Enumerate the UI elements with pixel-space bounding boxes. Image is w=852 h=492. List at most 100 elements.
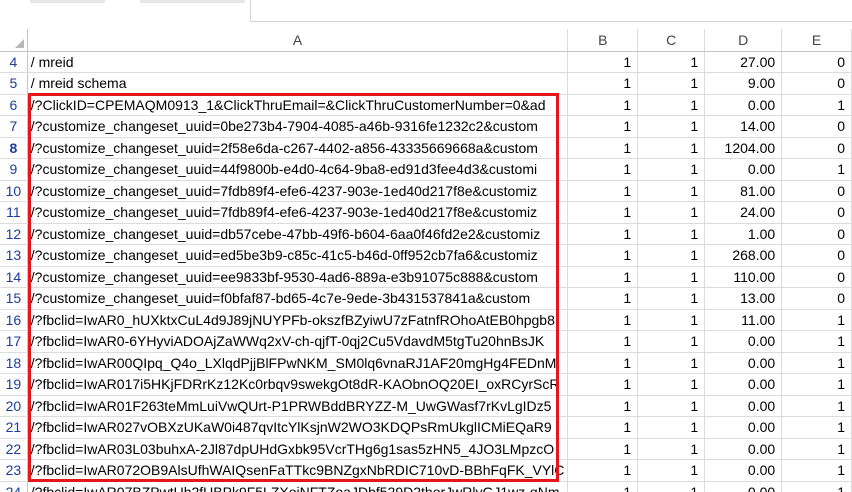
- cell-c[interactable]: 1: [637, 158, 706, 181]
- cell-c[interactable]: 1: [637, 373, 706, 396]
- row-header[interactable]: 18: [0, 352, 28, 374]
- cell-d[interactable]: 0.00: [704, 416, 783, 439]
- cell-d[interactable]: 268.00: [704, 244, 783, 267]
- row-header[interactable]: 23: [0, 459, 28, 482]
- row-header[interactable]: 16: [0, 309, 28, 331]
- cell-c[interactable]: 1: [637, 395, 706, 417]
- row-header[interactable]: 6: [0, 94, 28, 116]
- cell-b[interactable]: 1: [567, 352, 639, 374]
- row-header[interactable]: 20: [0, 395, 28, 417]
- cell-e[interactable]: 1: [781, 481, 852, 492]
- cell-c[interactable]: 1: [637, 330, 706, 353]
- cell-a[interactable]: /?ClickID=CPEMAQM0913_1&ClickThruEmail=&…: [27, 94, 569, 116]
- cell-d[interactable]: 0.00: [704, 373, 783, 396]
- cell-e[interactable]: 0: [781, 180, 852, 202]
- cell-b[interactable]: 1: [567, 180, 639, 202]
- cell-c[interactable]: 1: [637, 481, 706, 492]
- cell-b[interactable]: 1: [567, 330, 639, 353]
- cell-a[interactable]: /?customize_changeset_uuid=7fdb89f4-efe6…: [27, 201, 569, 224]
- cell-d[interactable]: 110.00: [704, 266, 783, 288]
- cell-c[interactable]: 1: [637, 94, 706, 116]
- cell-a[interactable]: /?fbclid=IwAR017i5HKjFDRrKz12Kc0rbqv9swe…: [27, 373, 569, 396]
- cell-a[interactable]: /?fbclid=IwAR027vOBXzUKaW0i487qvItcYlKsj…: [27, 416, 569, 439]
- cell-b[interactable]: 1: [567, 94, 639, 116]
- cell-c[interactable]: 1: [637, 416, 706, 439]
- row-header[interactable]: 4: [0, 51, 28, 73]
- cell-b[interactable]: 1: [567, 438, 639, 460]
- column-header-a[interactable]: A: [27, 29, 569, 52]
- row-header[interactable]: 5: [0, 72, 28, 95]
- cell-e[interactable]: 1: [781, 459, 852, 482]
- cell-c[interactable]: 1: [637, 72, 706, 95]
- cell-a[interactable]: /?customize_changeset_uuid=ed5be3b9-c85c…: [27, 244, 569, 267]
- sheet-tab[interactable]: [140, 0, 245, 3]
- column-header-d[interactable]: D: [704, 29, 783, 52]
- row-header[interactable]: 14: [0, 266, 28, 288]
- cell-d[interactable]: 0.00: [704, 158, 783, 181]
- row-header[interactable]: 9: [0, 158, 28, 181]
- cell-a[interactable]: /?fbclid=IwAR00QIpq_Q4o_LXlqdPjjBlFPwNKM…: [27, 352, 569, 374]
- cell-e[interactable]: 0: [781, 51, 852, 73]
- cell-d[interactable]: 81.00: [704, 180, 783, 202]
- cell-d[interactable]: 14.00: [704, 115, 783, 138]
- cell-b[interactable]: 1: [567, 395, 639, 417]
- cell-c[interactable]: 1: [637, 137, 706, 159]
- cell-d[interactable]: 0.00: [704, 330, 783, 353]
- cell-d[interactable]: 24.00: [704, 201, 783, 224]
- cell-d[interactable]: 1204.00: [704, 137, 783, 159]
- cell-e[interactable]: 0: [781, 287, 852, 310]
- cell-a[interactable]: /?fbclid=IwAR0-6YHyviADOAjZaWWq2xV-ch-qj…: [27, 330, 569, 353]
- row-header[interactable]: 24: [0, 481, 28, 492]
- cell-a[interactable]: /?customize_changeset_uuid=2f58e6da-c267…: [27, 137, 569, 159]
- cell-a[interactable]: /?fbclid=IwAR0_hUXktxCuL4d9J89jNUYPFb-ok…: [27, 309, 569, 331]
- cell-e[interactable]: 1: [781, 395, 852, 417]
- cell-c[interactable]: 1: [637, 352, 706, 374]
- row-header[interactable]: 22: [0, 438, 28, 460]
- cell-c[interactable]: 1: [637, 180, 706, 202]
- column-header-b[interactable]: B: [567, 29, 639, 52]
- cell-c[interactable]: 1: [637, 287, 706, 310]
- cell-a[interactable]: /?customize_changeset_uuid=f0bfaf87-bd65…: [27, 287, 569, 310]
- row-header[interactable]: 21: [0, 416, 28, 439]
- cell-a[interactable]: / mreid: [27, 51, 569, 73]
- cell-b[interactable]: 1: [567, 373, 639, 396]
- row-header[interactable]: 11: [0, 201, 28, 224]
- cell-d[interactable]: 0.00: [704, 459, 783, 482]
- cell-c[interactable]: 1: [637, 51, 706, 73]
- cell-a[interactable]: /?customize_changeset_uuid=db57cebe-47bb…: [27, 223, 569, 245]
- cell-e[interactable]: 1: [781, 309, 852, 331]
- cell-e[interactable]: 0: [781, 266, 852, 288]
- cell-b[interactable]: 1: [567, 244, 639, 267]
- cell-b[interactable]: 1: [567, 115, 639, 138]
- cell-a[interactable]: /?fbclid=IwAR072OB9AlsUfhWAIQsenFaTTkc9B…: [27, 459, 569, 482]
- cell-e[interactable]: 0: [781, 201, 852, 224]
- cell-d[interactable]: 27.00: [704, 51, 783, 73]
- cell-b[interactable]: 1: [567, 266, 639, 288]
- row-header[interactable]: 8: [0, 137, 28, 159]
- cell-d[interactable]: 0.00: [704, 352, 783, 374]
- cell-e[interactable]: 1: [781, 438, 852, 460]
- cell-d[interactable]: 1.00: [704, 223, 783, 245]
- cell-c[interactable]: 1: [637, 459, 706, 482]
- cell-a[interactable]: /?customize_changeset_uuid=ee9833bf-9530…: [27, 266, 569, 288]
- cell-e[interactable]: 1: [781, 94, 852, 116]
- column-header-e[interactable]: E: [781, 29, 852, 52]
- cell-d[interactable]: 0.00: [704, 438, 783, 460]
- cell-b[interactable]: 1: [567, 223, 639, 245]
- cell-a[interactable]: /?customize_changeset_uuid=0be273b4-7904…: [27, 115, 569, 138]
- cell-a[interactable]: /?fbclid=IwAR07BZPwtUh2fUBPk9F5LZXoiNFTZ…: [27, 481, 569, 492]
- cell-b[interactable]: 1: [567, 287, 639, 310]
- cell-b[interactable]: 1: [567, 416, 639, 439]
- select-all-corner[interactable]: [0, 29, 28, 52]
- cell-e[interactable]: 1: [781, 352, 852, 374]
- row-header[interactable]: 17: [0, 330, 28, 353]
- cell-e[interactable]: 0: [781, 244, 852, 267]
- cell-b[interactable]: 1: [567, 158, 639, 181]
- column-header-c[interactable]: C: [637, 29, 706, 52]
- cell-a[interactable]: /?fbclid=IwAR03L03buhxA-2Jl87dpUHdGxbk95…: [27, 438, 569, 460]
- cell-b[interactable]: 1: [567, 459, 639, 482]
- cell-c[interactable]: 1: [637, 201, 706, 224]
- cell-c[interactable]: 1: [637, 223, 706, 245]
- cell-e[interactable]: 1: [781, 416, 852, 439]
- row-header[interactable]: 15: [0, 287, 28, 310]
